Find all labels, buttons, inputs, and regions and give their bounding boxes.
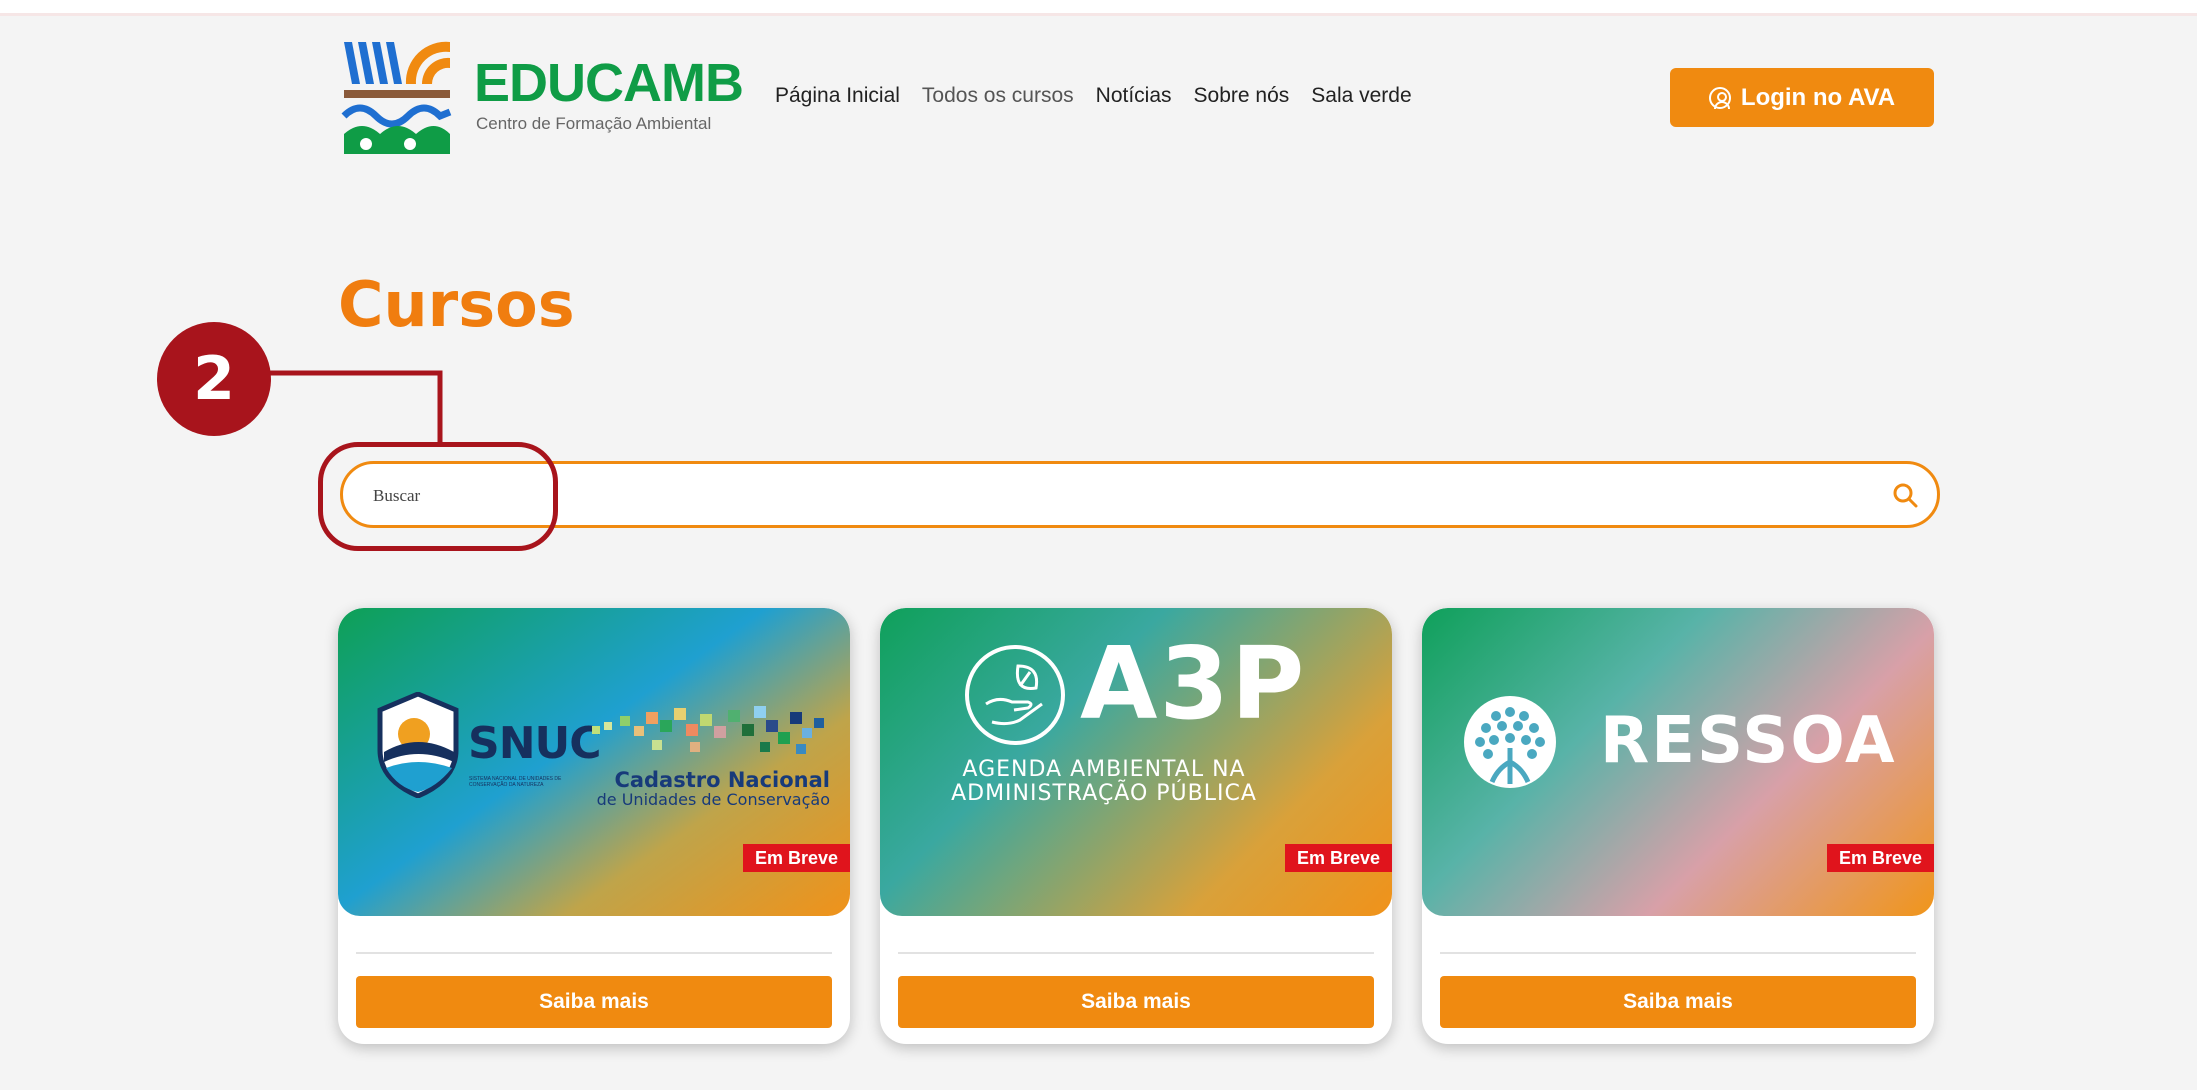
main-nav: Página Inicial Todos os cursos Notícias … — [775, 84, 1412, 108]
learn-more-button[interactable]: Saiba mais — [898, 976, 1374, 1028]
a3p-subtitle: AGENDA AMBIENTAL NA ADMINISTRAÇÃO PÚBLIC… — [880, 758, 1392, 806]
brand-subtitle: Centro de Formação Ambiental — [476, 114, 712, 133]
learn-more-button[interactable]: Saiba mais — [356, 976, 832, 1028]
cadastro-mosaic-icon — [592, 706, 824, 754]
tree-icon — [1464, 696, 1556, 788]
snuc-emblem-icon — [377, 692, 459, 798]
card-divider — [1440, 952, 1916, 954]
course-banner-snuc: SNUC SISTEMA NACIONAL DE UNIDADES DE CON… — [338, 608, 850, 916]
login-button-label: Login no AVA — [1740, 83, 1896, 111]
a3p-subtitle-line-2: ADMINISTRAÇÃO PÚBLICA — [951, 781, 1257, 806]
learn-more-button[interactable]: Saiba mais — [1440, 976, 1916, 1028]
card-divider — [356, 952, 832, 954]
search-icon[interactable] — [1891, 481, 1919, 509]
educamb-logo-icon — [341, 41, 452, 154]
snuc-logo-small-text: SISTEMA NACIONAL DE UNIDADES DE CONSERVA… — [469, 776, 562, 788]
a3p-logo-text: A3P — [1080, 625, 1307, 742]
course-card-a3p[interactable]: A3P AGENDA AMBIENTAL NA ADMINISTRAÇÃO PÚ… — [880, 608, 1392, 1044]
user-circle-icon — [1708, 86, 1731, 109]
a3p-subtitle-line-1: AGENDA AMBIENTAL NA — [962, 757, 1246, 782]
course-banner-a3p: A3P AGENDA AMBIENTAL NA ADMINISTRAÇÃO PÚ… — [880, 608, 1392, 916]
leaf-hand-icon — [965, 645, 1065, 745]
nav-item-home[interactable]: Página Inicial — [775, 84, 900, 108]
nav-item-green-room[interactable]: Sala verde — [1311, 84, 1411, 108]
search-input[interactable] — [373, 482, 1773, 510]
search-bar[interactable] — [340, 461, 1940, 528]
login-button[interactable]: Login no AVA — [1670, 68, 1934, 127]
coming-soon-badge: Em Breve — [742, 844, 850, 872]
coming-soon-badge: Em Breve — [1284, 844, 1392, 872]
course-card-ressoa[interactable]: RESSOA Em Breve Saiba mais — [1422, 608, 1934, 1044]
annotation-step-marker: 2 — [157, 322, 271, 436]
brand-name: EDUCAMB — [474, 53, 744, 113]
nav-item-news[interactable]: Notícias — [1096, 84, 1172, 108]
annotation-highlight-oval — [318, 442, 558, 551]
cadastro-title: Cadastro Nacional — [614, 768, 830, 792]
course-banner-ressoa: RESSOA Em Breve — [1422, 608, 1934, 916]
course-card-snuc[interactable]: SNUC SISTEMA NACIONAL DE UNIDADES DE CON… — [338, 608, 850, 1044]
coming-soon-badge: Em Breve — [1826, 844, 1934, 872]
nav-item-all-courses[interactable]: Todos os cursos — [922, 84, 1074, 108]
page-title: Cursos — [338, 268, 575, 341]
cadastro-subtitle: de Unidades de Conservação — [596, 790, 830, 809]
ressoa-logo-text: RESSOA — [1600, 704, 1897, 778]
snuc-logo-text: SNUC — [468, 718, 602, 769]
educamb-logo[interactable]: EDUCAMB Centro de Formação Ambiental — [340, 38, 744, 156]
card-divider — [898, 952, 1374, 954]
nav-item-about[interactable]: Sobre nós — [1194, 84, 1290, 108]
